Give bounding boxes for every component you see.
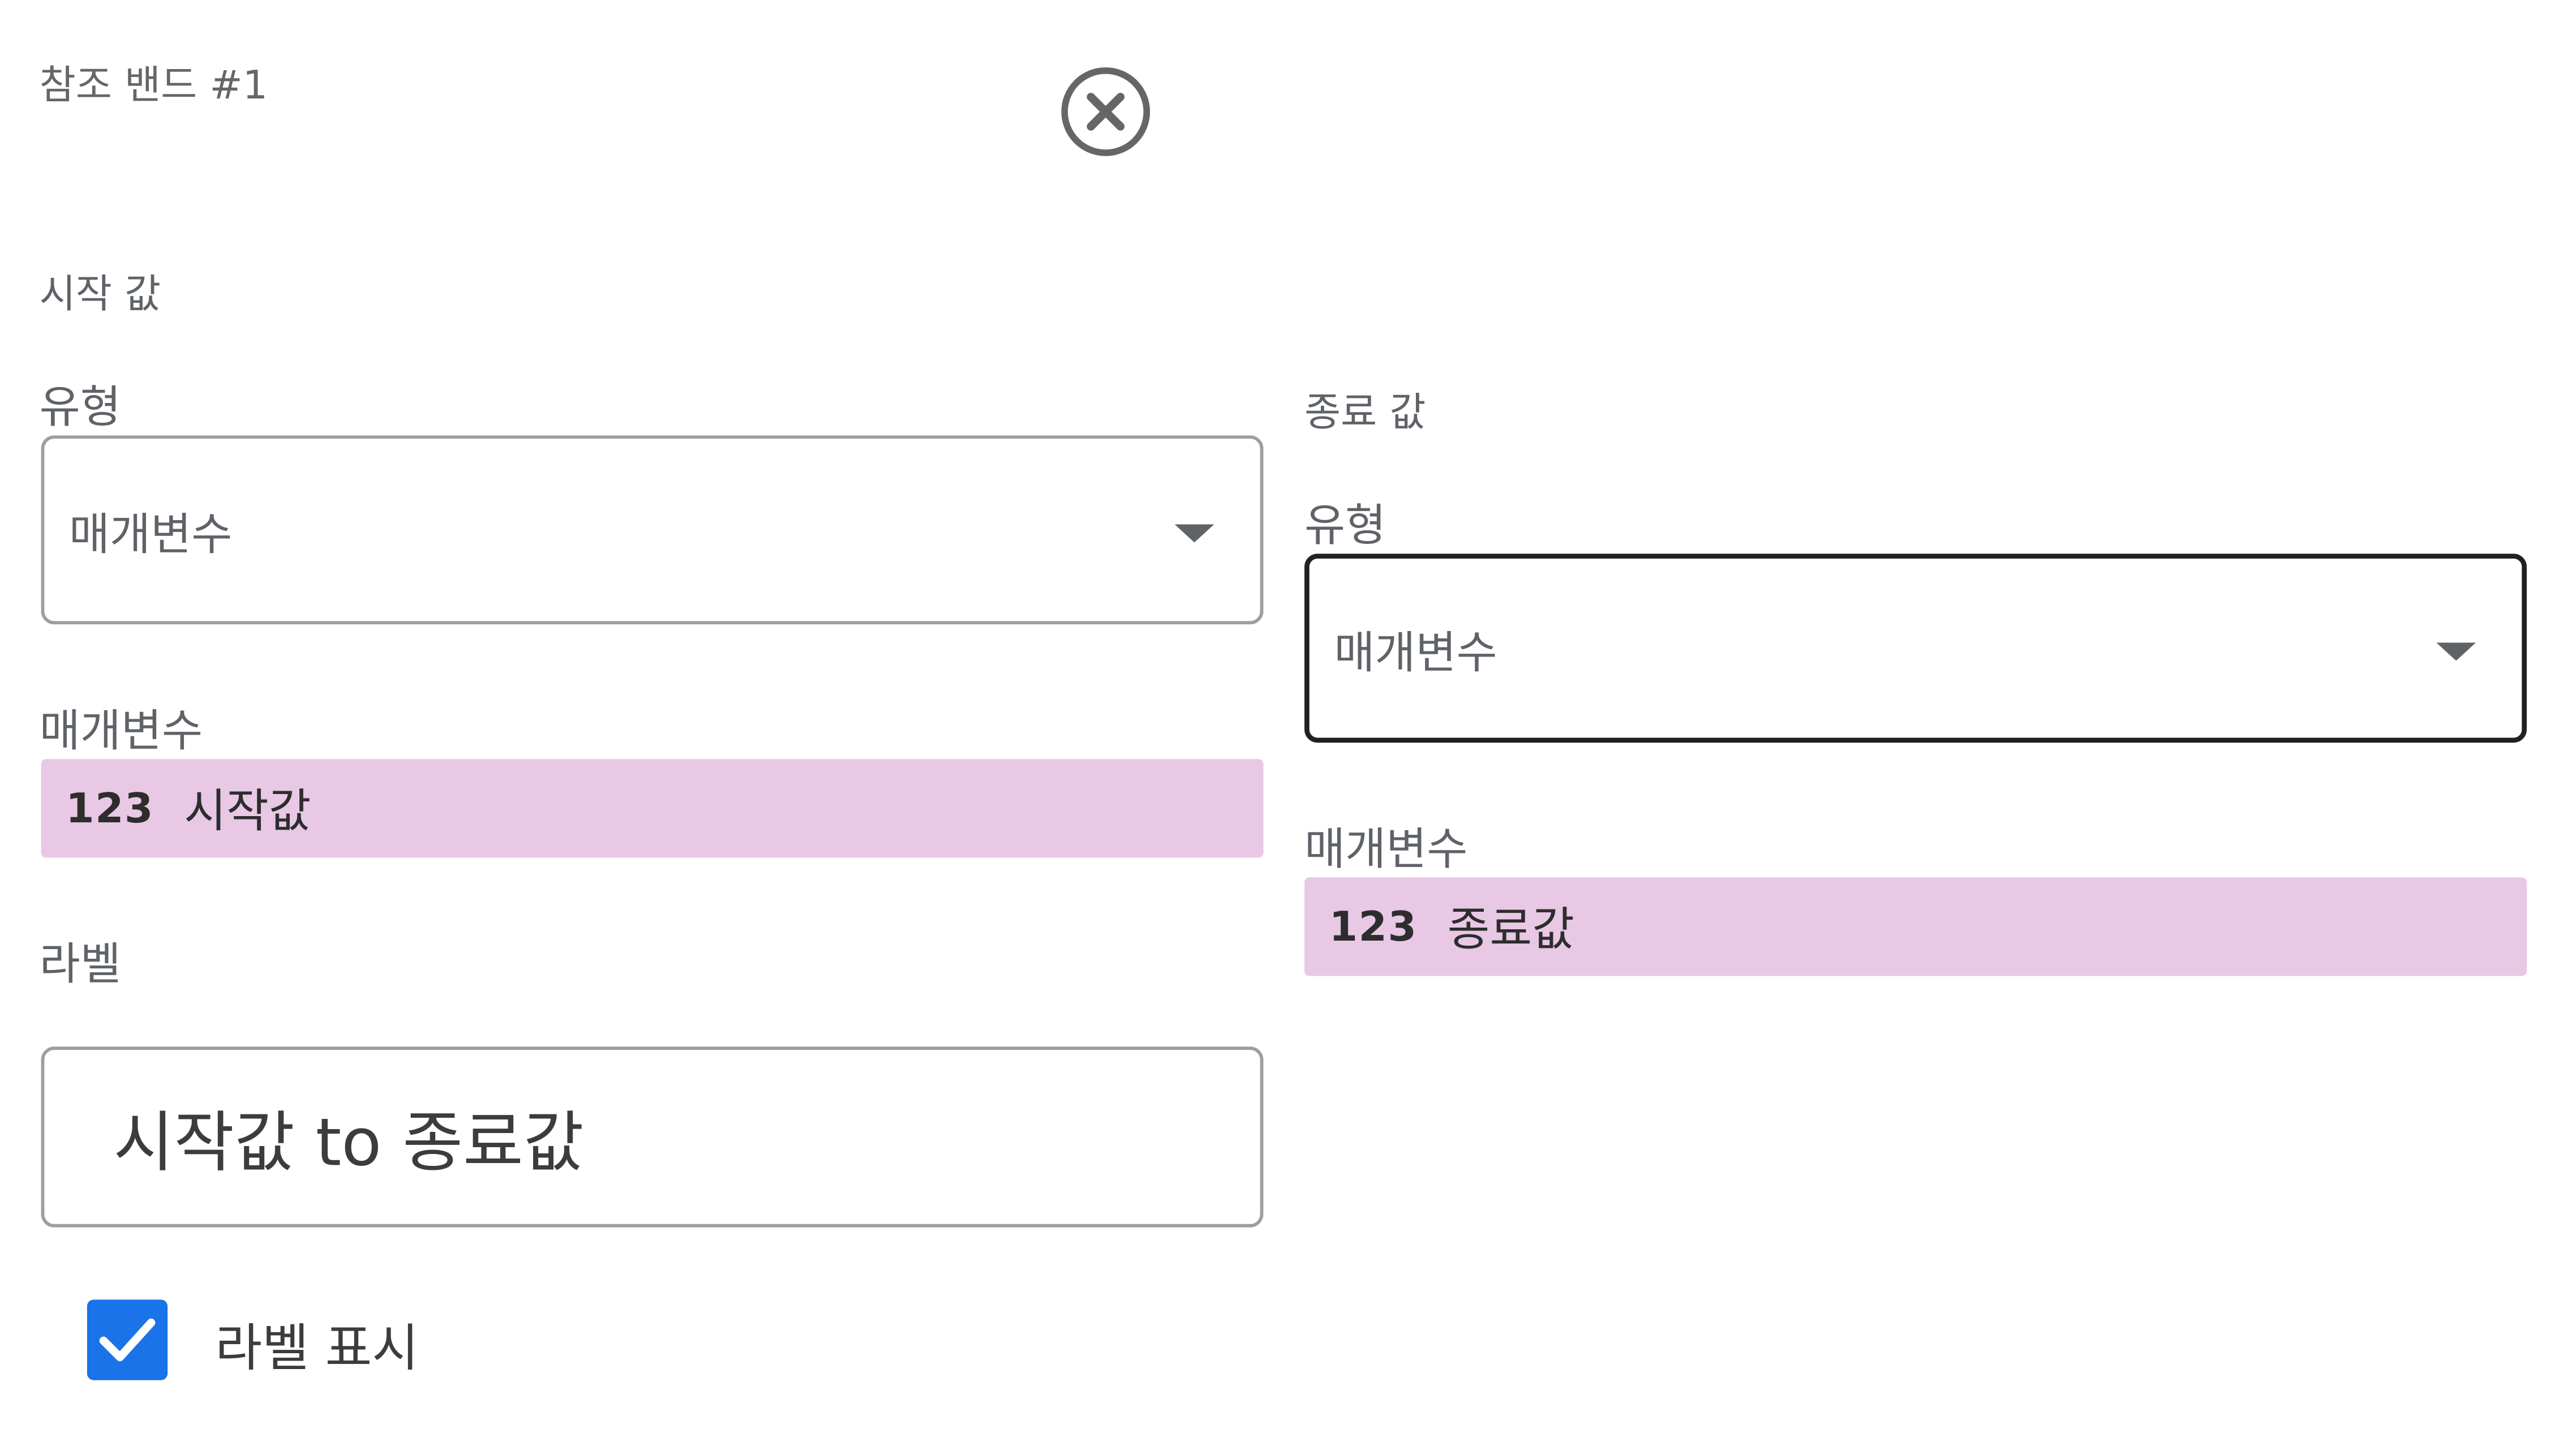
- band-title: 참조 밴드 #1: [39, 62, 268, 109]
- end-type-value: 매개변수: [1334, 627, 1497, 679]
- start-param-name: 시작값: [184, 783, 311, 838]
- show-label-checkbox[interactable]: [87, 1299, 168, 1380]
- close-button[interactable]: [1059, 66, 1152, 158]
- number-type-icon: 123: [66, 784, 154, 833]
- label-field-label: 라벨: [39, 939, 121, 991]
- reference-band-panel: 참조 밴드 #1 시작 값 유형 매개변수 매개변수 123 시작값 라벨 라벨…: [0, 0, 2576, 1433]
- end-param-chip[interactable]: 123 종료값: [1304, 877, 2527, 976]
- start-param-chip[interactable]: 123 시작값: [41, 759, 1264, 858]
- end-section-label: 종료 값: [1304, 389, 1426, 436]
- chevron-down-icon: [1174, 524, 1214, 542]
- checkmark-icon: [99, 1318, 156, 1362]
- number-type-icon: 123: [1329, 903, 1418, 951]
- chevron-down-icon: [2436, 642, 2476, 660]
- start-type-label: 유형: [39, 383, 121, 434]
- end-type-label: 유형: [1304, 501, 1386, 552]
- label-input[interactable]: [41, 1046, 1264, 1228]
- end-param-label: 매개변수: [1304, 825, 1468, 876]
- start-section-label: 시작 값: [39, 271, 161, 318]
- end-param-name: 종료값: [1447, 902, 1574, 956]
- end-type-select[interactable]: 매개변수: [1304, 554, 2527, 743]
- start-param-label: 매개변수: [39, 706, 203, 758]
- start-type-value: 매개변수: [68, 509, 233, 560]
- close-circle-icon: [1061, 67, 1150, 156]
- start-type-select[interactable]: 매개변수: [41, 435, 1264, 625]
- show-label-text: 라벨 표시: [215, 1319, 419, 1379]
